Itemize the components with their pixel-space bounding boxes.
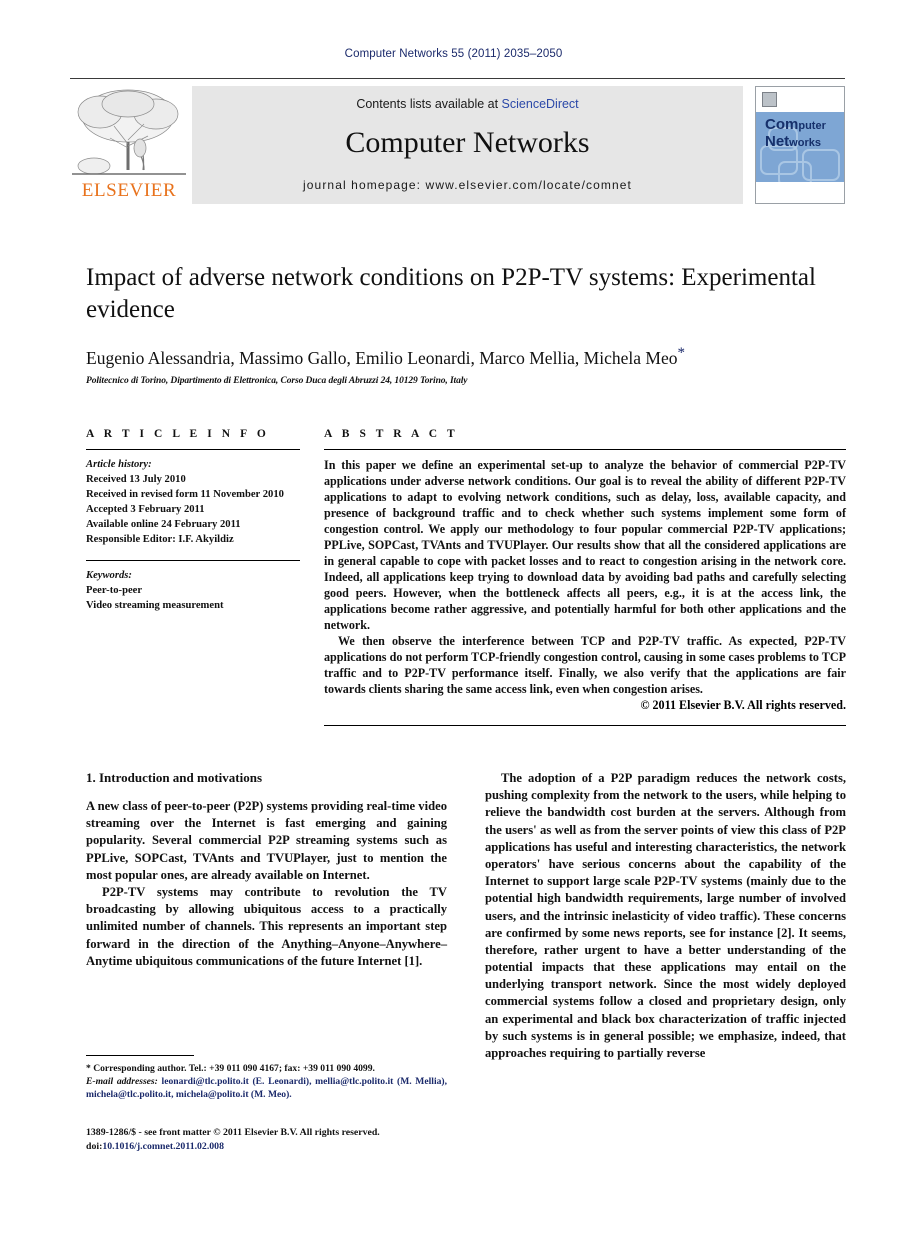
history-item: Received 13 July 2010	[86, 474, 186, 486]
body-right-column: The adoption of a P2P paradigm reduces t…	[485, 770, 846, 1062]
author-list: Eugenio Alessandria, Massimo Gallo, Emil…	[86, 345, 846, 369]
keywords-separator	[86, 560, 300, 562]
body-paragraph: The adoption of a P2P paradigm reduces t…	[485, 771, 846, 1060]
body-left-text: A new class of peer-to-peer (P2P) system…	[86, 798, 447, 970]
author-names: Eugenio Alessandria, Massimo Gallo, Emil…	[86, 347, 678, 368]
keyword-item: Video streaming measurement	[86, 600, 224, 612]
history-item: Available online 24 February 2011	[86, 519, 241, 531]
imprint-line: 1389-1286/$ - see front matter © 2011 El…	[86, 1127, 380, 1138]
abstract-body: In this paper we define an experimental …	[324, 457, 846, 697]
cover-bottom-strip	[756, 182, 844, 203]
email-label: E-mail addresses:	[86, 1076, 158, 1088]
abstract-bottom-rule	[324, 725, 846, 727]
keywords-block: Keywords: Peer-to-peer Video streaming m…	[86, 568, 300, 613]
contents-line: Contents lists available at ScienceDirec…	[356, 97, 578, 111]
history-item: Received in revised form 11 November 201…	[86, 489, 284, 501]
cover-line2b: works	[789, 136, 821, 149]
body-left-column: 1. Introduction and motivations A new cl…	[86, 770, 447, 1062]
info-abstract-region: A R T I C L E I N F O Article history: R…	[86, 428, 846, 727]
abstract-paragraph: We then observe the interference between…	[324, 634, 846, 697]
cover-line2a: Net	[765, 132, 790, 150]
running-head: Computer Networks 55 (2011) 2035–2050	[344, 48, 563, 60]
affiliation: Politecnico di Torino, Dipartimento di E…	[86, 375, 468, 386]
article-info-column: A R T I C L E I N F O Article history: R…	[86, 428, 300, 726]
abstract-rule	[324, 449, 846, 450]
history-item: Responsible Editor: I.F. Akyildiz	[86, 534, 234, 546]
abstract-copyright: © 2011 Elsevier B.V. All rights reserved…	[640, 698, 846, 713]
keyword-item: Peer-to-peer	[86, 585, 143, 597]
body-paragraph: A new class of peer-to-peer (P2P) system…	[86, 799, 447, 882]
article-history: Article history: Received 13 July 2010 R…	[86, 457, 300, 547]
abstract-column: A B S T R A C T In this paper we define …	[324, 428, 846, 727]
email-note: E-mail addresses: leonardi@tlc.polito.it…	[86, 1075, 447, 1101]
elsevier-wordmark: ELSEVIER	[81, 180, 177, 201]
footnote-rule	[86, 1055, 194, 1056]
imprint-block: 1389-1286/$ - see front matter © 2011 El…	[86, 1126, 506, 1154]
footnote-block: * Corresponding author. Tel.: +39 011 09…	[86, 1055, 447, 1102]
doi-line: doi:10.1016/j.comnet.2011.02.008	[86, 1140, 506, 1154]
keywords-label: Keywords:	[86, 570, 132, 582]
journal-title: Computer Networks	[345, 125, 590, 159]
cover-title-text: Computer Networks	[765, 117, 826, 151]
abstract-paragraph: In this paper we define an experimental …	[324, 458, 846, 633]
article-info-heading: A R T I C L E I N F O	[86, 428, 270, 440]
cover-mini-icon	[762, 92, 777, 107]
corresponding-author-note: * Corresponding author. Tel.: +39 011 09…	[86, 1063, 375, 1074]
body-right-text: The adoption of a P2P paradigm reduces t…	[485, 770, 846, 1062]
doi-link[interactable]: 10.1016/j.comnet.2011.02.008	[102, 1141, 224, 1152]
elsevier-tree-icon	[72, 89, 186, 175]
journal-cover-thumbnail[interactable]: Computer Networks	[755, 86, 845, 204]
title-block: Impact of adverse network conditions on …	[86, 262, 846, 386]
abstract-heading: A B S T R A C T	[324, 428, 459, 440]
body-columns: 1. Introduction and motivations A new cl…	[86, 770, 846, 1062]
cover-shape-3	[802, 149, 840, 181]
elsevier-logo: ELSEVIER	[70, 86, 188, 204]
page-title: Impact of adverse network conditions on …	[86, 264, 816, 323]
journal-homepage[interactable]: journal homepage: www.elsevier.com/locat…	[303, 178, 632, 192]
doi-prefix: doi:	[86, 1141, 103, 1153]
paper-page: Computer Networks 55 (2011) 2035–2050 EL…	[0, 0, 907, 1238]
article-history-label: Article history:	[86, 459, 152, 470]
body-paragraph: P2P-TV systems may contribute to revolut…	[86, 884, 447, 968]
sciencedirect-link[interactable]: ScienceDirect	[502, 97, 579, 111]
cover-line1a: Com	[765, 116, 799, 133]
section-heading-introduction: 1. Introduction and motivations	[86, 770, 263, 785]
corresponding-author-marker: *	[677, 345, 685, 361]
contents-prefix: Contents lists available at	[356, 97, 502, 111]
cover-line1b: puter	[798, 120, 826, 132]
history-item: Accepted 3 February 2011	[86, 504, 205, 516]
journal-banner: Contents lists available at ScienceDirec…	[192, 86, 743, 204]
article-info-rule	[86, 449, 300, 450]
journal-masthead: ELSEVIER Contents lists available at Sci…	[70, 78, 845, 204]
